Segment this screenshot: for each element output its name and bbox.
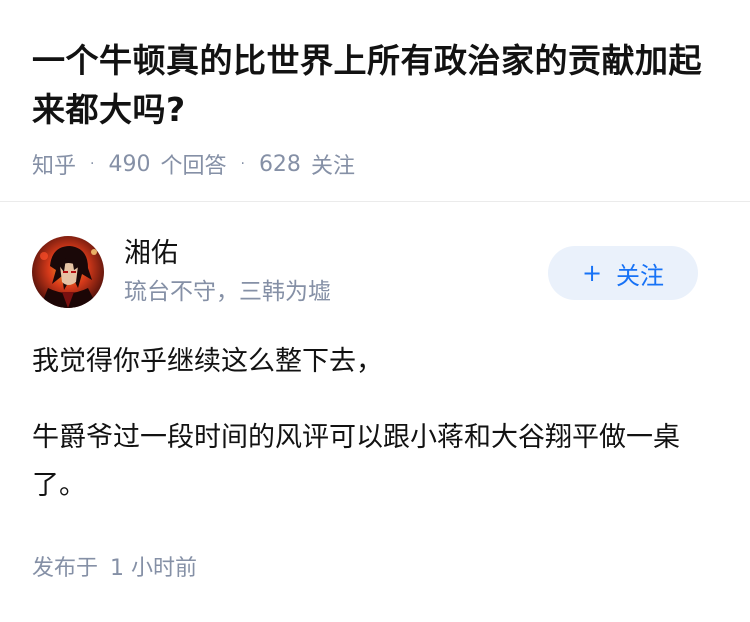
question-meta: 知乎 · 490 个回答 · 628 关注 <box>32 148 718 180</box>
follow-button-label: 关注 <box>616 261 665 290</box>
answer-content: 我觉得你乎继续这么整下去， 牛爵爷过一段时间的风评可以跟小蒋和大谷翔平做一桌了。 <box>32 338 712 510</box>
question-header: 一个牛顿真的比世界上所有政治家的贡献加起来都大吗? 知乎 · 490 个回答 ·… <box>0 0 750 180</box>
answer-paragraph: 牛爵爷过一段时间的风评可以跟小蒋和大谷翔平做一桌了。 <box>32 422 680 501</box>
avatar-icon <box>32 236 104 308</box>
answers-label[interactable]: 个回答 <box>160 148 226 180</box>
publish-time: 发布于 1 小时前 <box>32 553 197 585</box>
separator-dot: · <box>240 156 245 172</box>
author-bio: 琉台不守，三韩为墟 <box>124 279 331 305</box>
published-label: 发布于 <box>32 556 99 581</box>
published-time: 1 小时前 <box>110 556 198 581</box>
section-divider <box>0 201 750 202</box>
plus-icon: + <box>581 259 603 287</box>
follow-button[interactable]: + 关注 <box>548 246 698 300</box>
author-name[interactable]: 湘佑 <box>124 236 178 272</box>
author-card: 湘佑 琉台不守，三韩为墟 + 关注 <box>32 236 718 308</box>
avatar[interactable] <box>32 236 104 308</box>
separator-dot: · <box>90 156 95 172</box>
answers-count: 490 <box>108 151 151 177</box>
answer-paragraph: 我觉得你乎继续这么整下去， <box>32 346 383 377</box>
followers-label[interactable]: 关注 <box>311 148 355 180</box>
question-title[interactable]: 一个牛顿真的比世界上所有政治家的贡献加起来都大吗? <box>32 36 718 134</box>
followers-count: 628 <box>258 151 301 177</box>
answer-page: 一个牛顿真的比世界上所有政治家的贡献加起来都大吗? 知乎 · 490 个回答 ·… <box>0 0 750 622</box>
source-label[interactable]: 知乎 <box>32 148 76 180</box>
